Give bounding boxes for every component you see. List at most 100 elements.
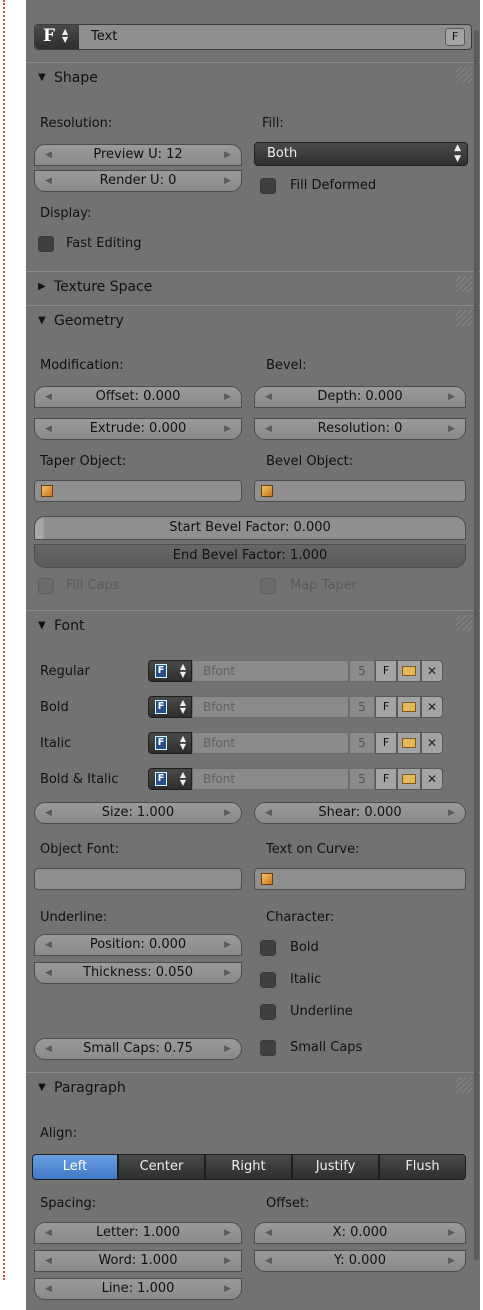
fake-user-button[interactable]: F [375, 696, 397, 718]
underline-position-field[interactable]: ◀ Position: 0.000 ▶ [34, 934, 242, 956]
font-name-field[interactable]: Bfont [192, 768, 349, 790]
character-underline-checkbox[interactable] [260, 1004, 276, 1020]
fake-user-button[interactable]: F [445, 28, 465, 46]
increment-arrow-icon[interactable]: ▶ [224, 171, 231, 191]
end-bevel-factor-slider[interactable]: End Bevel Factor: 1.000 [34, 544, 466, 568]
vertical-scrollbar[interactable] [474, 30, 479, 1260]
small-caps-scale-field[interactable]: ◀ Small Caps: 0.75 ▶ [34, 1038, 242, 1060]
panel-grip-icon[interactable] [456, 615, 472, 631]
increment-arrow-icon[interactable]: ▶ [224, 1279, 231, 1299]
decrement-arrow-icon[interactable]: ◀ [45, 935, 52, 955]
unlink-icon[interactable]: ✕ [421, 768, 443, 790]
align-flush-button[interactable]: Flush [379, 1154, 466, 1180]
increment-arrow-icon[interactable]: ▶ [448, 1223, 455, 1243]
start-bevel-factor-slider[interactable]: Start Bevel Factor: 0.000 [34, 516, 466, 540]
panel-grip-icon[interactable] [456, 67, 472, 83]
character-small-caps-checkbox[interactable] [260, 1040, 276, 1056]
font-shear-field[interactable]: ◀ Shear: 0.000 ▶ [254, 802, 466, 824]
decrement-arrow-icon[interactable]: ◀ [265, 1251, 272, 1271]
increment-arrow-icon[interactable]: ▶ [224, 145, 231, 165]
increment-arrow-icon[interactable]: ▶ [224, 963, 231, 983]
increment-arrow-icon[interactable]: ▶ [448, 419, 455, 439]
font-name-field[interactable]: Bfont [192, 696, 349, 718]
open-folder-icon[interactable] [397, 696, 421, 718]
preview-u-field[interactable]: ◀ Preview U: 12 ▶ [34, 144, 242, 166]
decrement-arrow-icon[interactable]: ◀ [265, 1223, 272, 1243]
decrement-arrow-icon[interactable]: ◀ [265, 803, 272, 823]
panel-grip-icon[interactable] [456, 310, 472, 326]
decrement-arrow-icon[interactable]: ◀ [45, 1279, 52, 1299]
letter-spacing-field[interactable]: ◀ Letter: 1.000 ▶ [34, 1222, 242, 1244]
unlink-icon[interactable]: ✕ [421, 732, 443, 754]
increment-arrow-icon[interactable]: ▶ [224, 1223, 231, 1243]
fake-user-button[interactable]: F [375, 660, 397, 682]
word-spacing-field[interactable]: ◀ Word: 1.000 ▶ [34, 1250, 242, 1272]
font-size-field[interactable]: ◀ Size: 1.000 ▶ [34, 802, 242, 824]
decrement-arrow-icon[interactable]: ◀ [45, 171, 52, 191]
increment-arrow-icon[interactable]: ▶ [224, 803, 231, 823]
font-name-field[interactable]: Bfont [192, 660, 349, 682]
extrude-field[interactable]: ◀ Extrude: 0.000 ▶ [34, 418, 242, 440]
texture-space-panel-header[interactable]: ▶ Texture Space [26, 271, 480, 304]
font-users-count[interactable]: 5 [349, 660, 375, 682]
increment-arrow-icon[interactable]: ▶ [224, 935, 231, 955]
font-users-count[interactable]: 5 [349, 696, 375, 718]
decrement-arrow-icon[interactable]: ◀ [45, 419, 52, 439]
decrement-arrow-icon[interactable]: ◀ [45, 1039, 52, 1059]
align-justify-button[interactable]: Justify [292, 1154, 379, 1180]
underline-thickness-field[interactable]: ◀ Thickness: 0.050 ▶ [34, 962, 242, 984]
bevel-resolution-field[interactable]: ◀ Resolution: 0 ▶ [254, 418, 466, 440]
increment-arrow-icon[interactable]: ▶ [448, 1251, 455, 1271]
open-folder-icon[interactable] [397, 660, 421, 682]
increment-arrow-icon[interactable]: ▶ [224, 1039, 231, 1059]
decrement-arrow-icon[interactable]: ◀ [45, 1223, 52, 1243]
decrement-arrow-icon[interactable]: ◀ [45, 963, 52, 983]
geometry-panel-header[interactable]: ▼ Geometry [26, 305, 480, 338]
increment-arrow-icon[interactable]: ▶ [448, 387, 455, 407]
fake-user-button[interactable]: F [375, 768, 397, 790]
offset-field[interactable]: ◀ Offset: 0.000 ▶ [34, 386, 242, 408]
paragraph-panel-header[interactable]: ▼ Paragraph [26, 1072, 480, 1105]
open-folder-icon[interactable] [397, 732, 421, 754]
unlink-icon[interactable]: ✕ [421, 660, 443, 682]
decrement-arrow-icon[interactable]: ◀ [265, 387, 272, 407]
fill-caps-checkbox[interactable] [38, 578, 54, 594]
align-left-button[interactable]: Left [32, 1154, 118, 1180]
font-users-count[interactable]: 5 [349, 768, 375, 790]
object-font-field[interactable] [34, 868, 242, 890]
font-datablock-icon[interactable]: F ▲ ▼ [35, 25, 79, 49]
unlink-icon[interactable]: ✕ [421, 696, 443, 718]
bevel-object-field[interactable] [254, 480, 466, 502]
fake-user-button[interactable]: F [375, 732, 397, 754]
increment-arrow-icon[interactable]: ▶ [224, 419, 231, 439]
fast-editing-checkbox[interactable] [38, 236, 54, 252]
text-on-curve-field[interactable] [254, 868, 466, 890]
depth-field[interactable]: ◀ Depth: 0.000 ▶ [254, 386, 466, 408]
taper-object-field[interactable] [34, 480, 242, 502]
fill-deformed-checkbox[interactable] [260, 178, 276, 194]
font-browse-button[interactable]: F ▲ ▼ [148, 768, 192, 790]
character-bold-checkbox[interactable] [260, 940, 276, 956]
font-browse-button[interactable]: F ▲ ▼ [148, 732, 192, 754]
increment-arrow-icon[interactable]: ▶ [224, 387, 231, 407]
increment-arrow-icon[interactable]: ▶ [448, 803, 455, 823]
font-browse-button[interactable]: F ▲ ▼ [148, 660, 192, 682]
font-users-count[interactable]: 5 [349, 732, 375, 754]
panel-grip-icon[interactable] [456, 1077, 472, 1093]
align-center-button[interactable]: Center [118, 1154, 205, 1180]
font-panel-header[interactable]: ▼ Font [26, 610, 480, 643]
decrement-arrow-icon[interactable]: ◀ [45, 803, 52, 823]
offset-y-field[interactable]: ◀ Y: 0.000 ▶ [254, 1250, 466, 1272]
line-spacing-field[interactable]: ◀ Line: 1.000 ▶ [34, 1278, 242, 1300]
font-name-field[interactable]: Bfont [192, 732, 349, 754]
datablock-name[interactable]: Text [91, 29, 117, 44]
font-browse-button[interactable]: F ▲ ▼ [148, 696, 192, 718]
increment-arrow-icon[interactable]: ▶ [224, 1251, 231, 1271]
decrement-arrow-icon[interactable]: ◀ [265, 419, 272, 439]
shape-panel-header[interactable]: ▼ Shape [26, 62, 480, 95]
map-taper-checkbox[interactable] [260, 578, 276, 594]
decrement-arrow-icon[interactable]: ◀ [45, 387, 52, 407]
character-italic-checkbox[interactable] [260, 972, 276, 988]
datablock-selector[interactable]: F ▲ ▼ Text F [34, 24, 472, 50]
align-right-button[interactable]: Right [205, 1154, 292, 1180]
